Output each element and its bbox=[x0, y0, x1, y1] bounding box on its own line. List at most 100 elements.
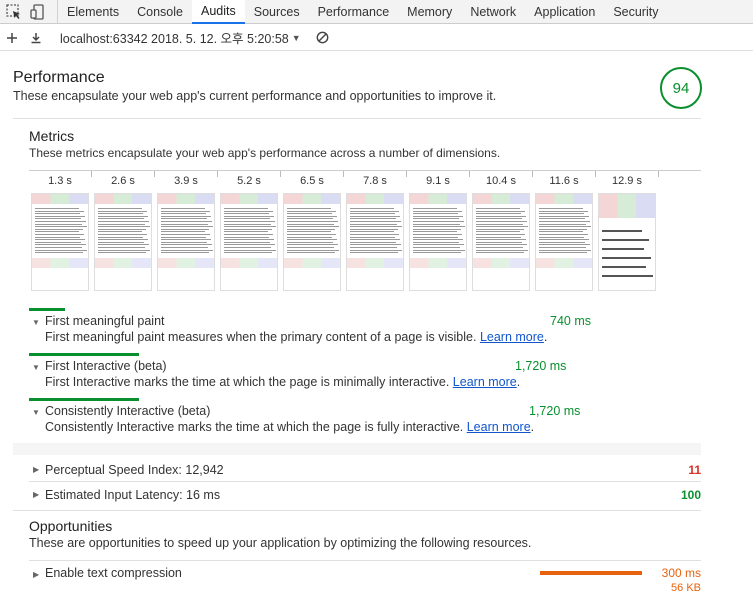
filmstrip-frame: 6.5 s bbox=[283, 171, 341, 291]
download-report-button[interactable] bbox=[24, 26, 48, 50]
thumbnail-text-line bbox=[413, 223, 460, 225]
thumbnail-text-line bbox=[224, 249, 276, 251]
thumbnail-text-line bbox=[35, 249, 87, 251]
thumbnail-text-line bbox=[98, 228, 146, 230]
tab-elements[interactable]: Elements bbox=[58, 0, 128, 24]
thumbnail-text-line bbox=[35, 228, 83, 230]
thumbnail-text-line bbox=[224, 221, 275, 222]
thumbnail-color-band bbox=[221, 258, 277, 268]
thumbnail-header-strip bbox=[95, 194, 151, 204]
thumbnail-text-line bbox=[350, 215, 400, 217]
filmstrip-frame-time: 5.2 s bbox=[237, 175, 261, 187]
thumbnail-text-line bbox=[161, 241, 207, 243]
device-toolbar-icon[interactable] bbox=[30, 3, 46, 20]
thumbnail-text-line bbox=[161, 234, 210, 235]
thumbnail-text-line bbox=[98, 247, 145, 248]
filmstrip-frame: 5.2 s bbox=[220, 171, 278, 291]
learn-more-link[interactable]: Learn more bbox=[453, 375, 517, 389]
inspect-element-icon[interactable] bbox=[6, 3, 22, 20]
tab-security[interactable]: Security bbox=[604, 0, 667, 24]
expand-caret-icon: ▶ bbox=[33, 465, 40, 474]
thumbnail-text-line bbox=[350, 208, 394, 209]
thumbnail-text-line bbox=[98, 226, 150, 228]
thumbnail-text-line bbox=[539, 208, 583, 209]
thumbnail-text-line bbox=[287, 223, 334, 225]
thumbnail-text-line bbox=[287, 215, 337, 217]
thumbnail-text-line bbox=[413, 244, 464, 246]
download-icon bbox=[31, 32, 41, 43]
metric-name[interactable]: First Interactive (beta) bbox=[45, 359, 167, 373]
thumbnail-text-line bbox=[161, 223, 208, 225]
thumbnail-text-line bbox=[161, 221, 212, 222]
learn-more-link[interactable]: Learn more bbox=[480, 330, 544, 344]
estimated-input-latency-row[interactable]: ▶ Estimated Input Latency: 16 ms 100 bbox=[29, 485, 701, 507]
opportunity-savings-bar bbox=[540, 571, 642, 575]
tab-performance[interactable]: Performance bbox=[309, 0, 399, 24]
metric-first-meaningful-paint: ▼ First meaningful paint 740 ms First me… bbox=[29, 308, 681, 353]
thumbnail-text-line bbox=[98, 231, 142, 233]
thumbnail-text-line bbox=[35, 218, 81, 220]
thumbnail-text-line bbox=[539, 226, 591, 228]
metric-name[interactable]: Consistently Interactive (beta) bbox=[45, 404, 210, 418]
report-selector[interactable]: localhost:63342 2018. 5. 12. 오후 5:20:58 … bbox=[48, 28, 301, 47]
opportunity-text-compression-row[interactable]: ▶ Enable text compression 300 ms 56 KB bbox=[29, 560, 701, 594]
filmstrip-tick bbox=[91, 171, 92, 177]
tab-memory[interactable]: Memory bbox=[398, 0, 461, 24]
filmstrip-thumbnail bbox=[31, 193, 89, 291]
collapse-caret-icon[interactable]: ▼ bbox=[32, 363, 40, 372]
thumbnail-text-line bbox=[350, 231, 394, 233]
collapse-caret-icon[interactable]: ▼ bbox=[32, 318, 40, 327]
metric-description: Consistently Interactive marks the time … bbox=[45, 420, 535, 434]
filmstrip-frame: 11.6 s bbox=[535, 171, 593, 291]
thumbnail-text-line bbox=[161, 249, 213, 251]
tab-audits[interactable]: Audits bbox=[191, 0, 245, 24]
thumbnail-text-line bbox=[350, 223, 397, 225]
thumbnail-text-line bbox=[287, 208, 331, 209]
thumbnail-text-line bbox=[539, 228, 587, 230]
thumbnail-text-line bbox=[539, 241, 585, 243]
tab-sources[interactable]: Sources bbox=[245, 0, 309, 24]
thumbnail-text-line bbox=[539, 221, 590, 222]
thumbnail-text-line bbox=[287, 252, 335, 254]
tab-application[interactable]: Application bbox=[525, 0, 604, 24]
thumbnail-text-line bbox=[350, 244, 401, 246]
thumbnail-text-line bbox=[476, 223, 523, 225]
tab-bar-icons bbox=[0, 0, 58, 23]
thumbnail-text-line bbox=[350, 247, 397, 248]
thumbnail-color-band bbox=[347, 258, 403, 268]
thumbnail-text-line bbox=[476, 210, 525, 212]
thumbnail-text-line bbox=[350, 234, 399, 235]
clear-icon bbox=[316, 31, 329, 44]
thumbnail-text-line bbox=[161, 213, 206, 215]
learn-more-link[interactable]: Learn more bbox=[467, 420, 531, 434]
thumbnail-text-line bbox=[413, 249, 465, 251]
thumbnail-text-line bbox=[539, 215, 589, 217]
thumbnail-text-line bbox=[35, 252, 83, 254]
thumbnail-text-line bbox=[161, 215, 211, 217]
tab-network[interactable]: Network bbox=[461, 0, 525, 24]
aux-metric-label: Estimated Input Latency: 16 ms bbox=[45, 488, 221, 502]
section-divider bbox=[13, 510, 701, 511]
thumbnail-color-band bbox=[32, 258, 88, 268]
thumbnail-text-line bbox=[350, 241, 396, 243]
metrics-description: These metrics encapsulate your web app's… bbox=[29, 146, 501, 160]
thumbnail-text-line bbox=[602, 266, 646, 268]
tab-console[interactable]: Console bbox=[128, 0, 192, 24]
perceptual-speed-index-row[interactable]: ▶ Perceptual Speed Index: 12,942 11 bbox=[29, 460, 701, 482]
metric-accent-bar bbox=[29, 308, 65, 311]
filmstrip: 1.3 s 2.6 s 3.9 s 5.2 s 6.5 s 7.8 s 9.1 s 10.4 … bbox=[29, 170, 701, 295]
metric-name[interactable]: First meaningful paint bbox=[45, 314, 165, 328]
collapse-caret-icon[interactable]: ▼ bbox=[32, 408, 40, 417]
thumbnail-text-line bbox=[35, 208, 79, 209]
thumbnail-text-line bbox=[413, 247, 460, 248]
filmstrip-thumbnail bbox=[157, 193, 215, 291]
thumbnail-text-line bbox=[476, 226, 528, 228]
thumbnail-header-strip bbox=[410, 194, 466, 204]
thumbnail-text-line bbox=[350, 218, 396, 220]
thumbnail-text-line bbox=[35, 236, 80, 238]
thumbnail-text-line bbox=[98, 218, 144, 220]
new-audit-button[interactable] bbox=[0, 26, 24, 50]
thumbnail-color-band bbox=[473, 258, 529, 268]
filmstrip-frame: 12.9 s bbox=[598, 171, 656, 291]
clear-all-button[interactable] bbox=[311, 26, 335, 50]
